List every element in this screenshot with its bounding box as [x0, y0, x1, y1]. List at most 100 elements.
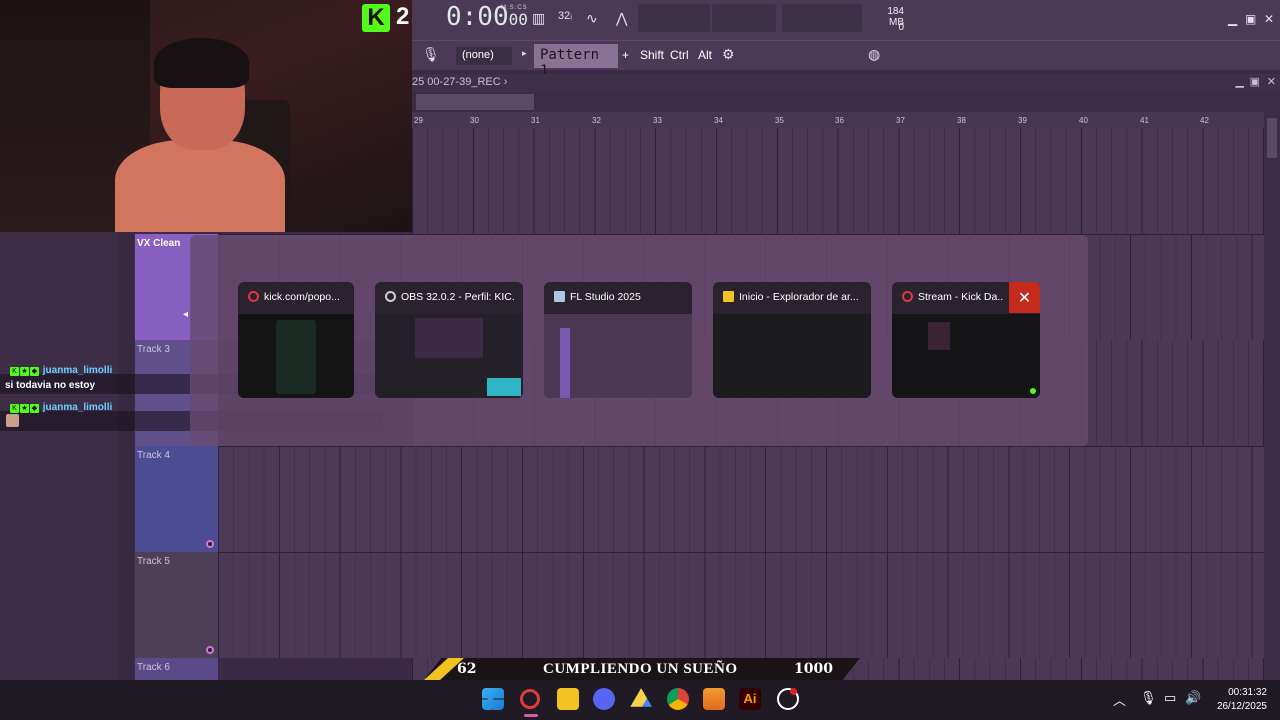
- window-thumbnail: [238, 314, 354, 398]
- goal-title: CUMPLIENDO UN SUEÑO: [543, 661, 738, 677]
- track-name: Track 5: [137, 556, 170, 567]
- clock-date: 26/12/2025: [1216, 701, 1267, 712]
- track-route-icon[interactable]: ◂: [183, 309, 188, 320]
- pattern-selector[interactable]: Pattern 1: [534, 44, 618, 79]
- window-card[interactable]: Inicio - Explorador de ar...: [713, 282, 871, 398]
- track-header-5[interactable]: Track 5: [135, 552, 218, 658]
- goal-target: 1000: [794, 661, 833, 677]
- chrome-icon[interactable]: [667, 688, 689, 710]
- obs-icon: [385, 291, 396, 302]
- chat-emote-icon: [6, 414, 19, 427]
- viewer-count: 2: [396, 3, 410, 30]
- song-time-main: 0:00: [446, 2, 509, 32]
- microphone-icon[interactable]: 🎙: [422, 46, 440, 63]
- track-lane[interactable]: [218, 552, 1264, 658]
- chat-message: K ★ ◆ juanma_limolli: [10, 402, 112, 413]
- window-card[interactable]: Stream - Kick Da... ✕: [892, 282, 1040, 398]
- opera-icon: [902, 291, 913, 302]
- notification-badge: [790, 688, 797, 695]
- volume-icon[interactable]: 🔊: [1185, 690, 1201, 706]
- track-lane[interactable]: [218, 446, 1264, 552]
- window-card[interactable]: FL Studio 2025: [544, 282, 692, 398]
- restore-icon[interactable]: ▣: [1245, 12, 1256, 26]
- polyphony-count: 0: [898, 22, 904, 33]
- chat-username[interactable]: juanma_limolli: [43, 402, 112, 413]
- system-clock[interactable]: 00:31:32 26/12/2025: [1205, 686, 1267, 714]
- discord-icon[interactable]: [593, 688, 615, 710]
- window-title: Stream - Kick Da...: [902, 291, 1004, 303]
- add-pattern-button[interactable]: +: [622, 48, 629, 62]
- playlist-restore-icon[interactable]: ▣: [1250, 75, 1260, 88]
- window-thumbnail: [375, 314, 523, 398]
- globe-icon[interactable]: ◍: [868, 46, 880, 63]
- ruler-mark: 41: [1140, 116, 1149, 125]
- kick-logo-icon: K: [362, 4, 390, 32]
- tools-icon[interactable]: ⚙: [722, 46, 735, 63]
- ruler-mark: 42: [1200, 116, 1209, 125]
- track-name: Track 6: [137, 662, 170, 673]
- window-title: Inicio - Explorador de ar...: [723, 291, 863, 303]
- fl-studio-icon[interactable]: [703, 688, 725, 710]
- piano-icon[interactable]: ▥: [532, 10, 545, 27]
- goal-current: 62: [457, 661, 477, 677]
- ruler-mark: 35: [775, 116, 784, 125]
- file-explorer-icon[interactable]: [557, 688, 579, 710]
- track-dot-icon[interactable]: [206, 646, 214, 654]
- ruler-mark: 34: [714, 116, 723, 125]
- close-icon[interactable]: ✕: [1264, 12, 1274, 26]
- microphone-icon[interactable]: 🎙: [1140, 690, 1157, 706]
- folder-icon: [723, 291, 734, 302]
- track-header-6[interactable]: Track 6: [135, 658, 218, 680]
- ruler-mark: 39: [1018, 116, 1027, 125]
- wave-icon[interactable]: ∿: [586, 10, 598, 27]
- webcam-person-hair: [154, 38, 249, 88]
- window-card[interactable]: kick.com/popo...: [238, 282, 354, 398]
- playlist-minimize-icon[interactable]: ▁: [1236, 75, 1244, 88]
- fl-studio-icon: [554, 291, 565, 302]
- minimize-icon[interactable]: ▁: [1228, 12, 1237, 26]
- track-header-4[interactable]: Track 4: [135, 446, 218, 552]
- clock-time: 00:31:32: [1228, 687, 1267, 698]
- chevron-right-icon[interactable]: ›: [504, 76, 508, 88]
- ruler-mark: 37: [896, 116, 905, 125]
- chat-badges: K ★ ◆: [10, 402, 40, 413]
- shift-modifier[interactable]: Shift: [640, 48, 664, 62]
- alt-modifier[interactable]: Alt: [698, 48, 712, 62]
- window-thumbnail: [544, 314, 692, 398]
- vertical-scrollbar[interactable]: [1264, 112, 1280, 680]
- ctrl-modifier[interactable]: Ctrl: [670, 48, 689, 62]
- scroll-thumb[interactable]: [416, 94, 534, 110]
- illustrator-icon[interactable]: Ai: [739, 688, 761, 710]
- arrow-right-icon[interactable]: ▸: [522, 48, 527, 59]
- hint-panel: [638, 4, 710, 32]
- monitor-panel: [712, 4, 776, 32]
- track-name: Track 3: [137, 344, 170, 355]
- chat-username[interactable]: juanma_limolli: [43, 365, 112, 376]
- opera-icon[interactable]: [520, 689, 540, 709]
- window-card[interactable]: OBS 32.0.2 - Perfil: KIC...: [375, 282, 523, 398]
- metronome-icon[interactable]: ⋀: [616, 10, 627, 27]
- ruler-mark: 33: [653, 116, 662, 125]
- playlist-close-icon[interactable]: ✕: [1267, 75, 1276, 88]
- webcam-person-torso: [115, 140, 285, 232]
- track-dot-icon[interactable]: [206, 540, 214, 548]
- ruler-mark: 40: [1079, 116, 1088, 125]
- ruler-mark: 30: [470, 116, 479, 125]
- fl-toolbar: 0:0000 M:S:CS ▥ 32ᵢ ∿ ⋀ 184 MB 0 ▁ ▣ ✕: [412, 0, 1280, 40]
- chevron-up-icon[interactable]: ︿: [1113, 690, 1126, 709]
- playlist-title: 25 00-27-39_REC: [412, 76, 501, 88]
- tempo-icon[interactable]: 32ᵢ: [558, 10, 572, 22]
- opera-icon: [248, 291, 259, 302]
- timeline-ruler[interactable]: 29 30 31 32 33 34 35 36 37 38 39 40 41 4…: [412, 112, 1264, 128]
- chat-message: K ★ ◆ juanma_limolli: [10, 365, 112, 376]
- window-thumbnail: [713, 314, 871, 398]
- vertical-scroll-thumb[interactable]: [1267, 118, 1277, 158]
- horizontal-scrollbar[interactable]: [412, 92, 1280, 112]
- ruler-mark: 31: [531, 116, 540, 125]
- track-name: Track 4: [137, 450, 170, 461]
- network-icon[interactable]: ▭: [1164, 690, 1176, 706]
- input-select[interactable]: (none): [456, 47, 512, 65]
- track-panel: [0, 232, 135, 680]
- close-window-button[interactable]: ✕: [1009, 282, 1040, 313]
- webcam-feed: K 2: [0, 0, 412, 232]
